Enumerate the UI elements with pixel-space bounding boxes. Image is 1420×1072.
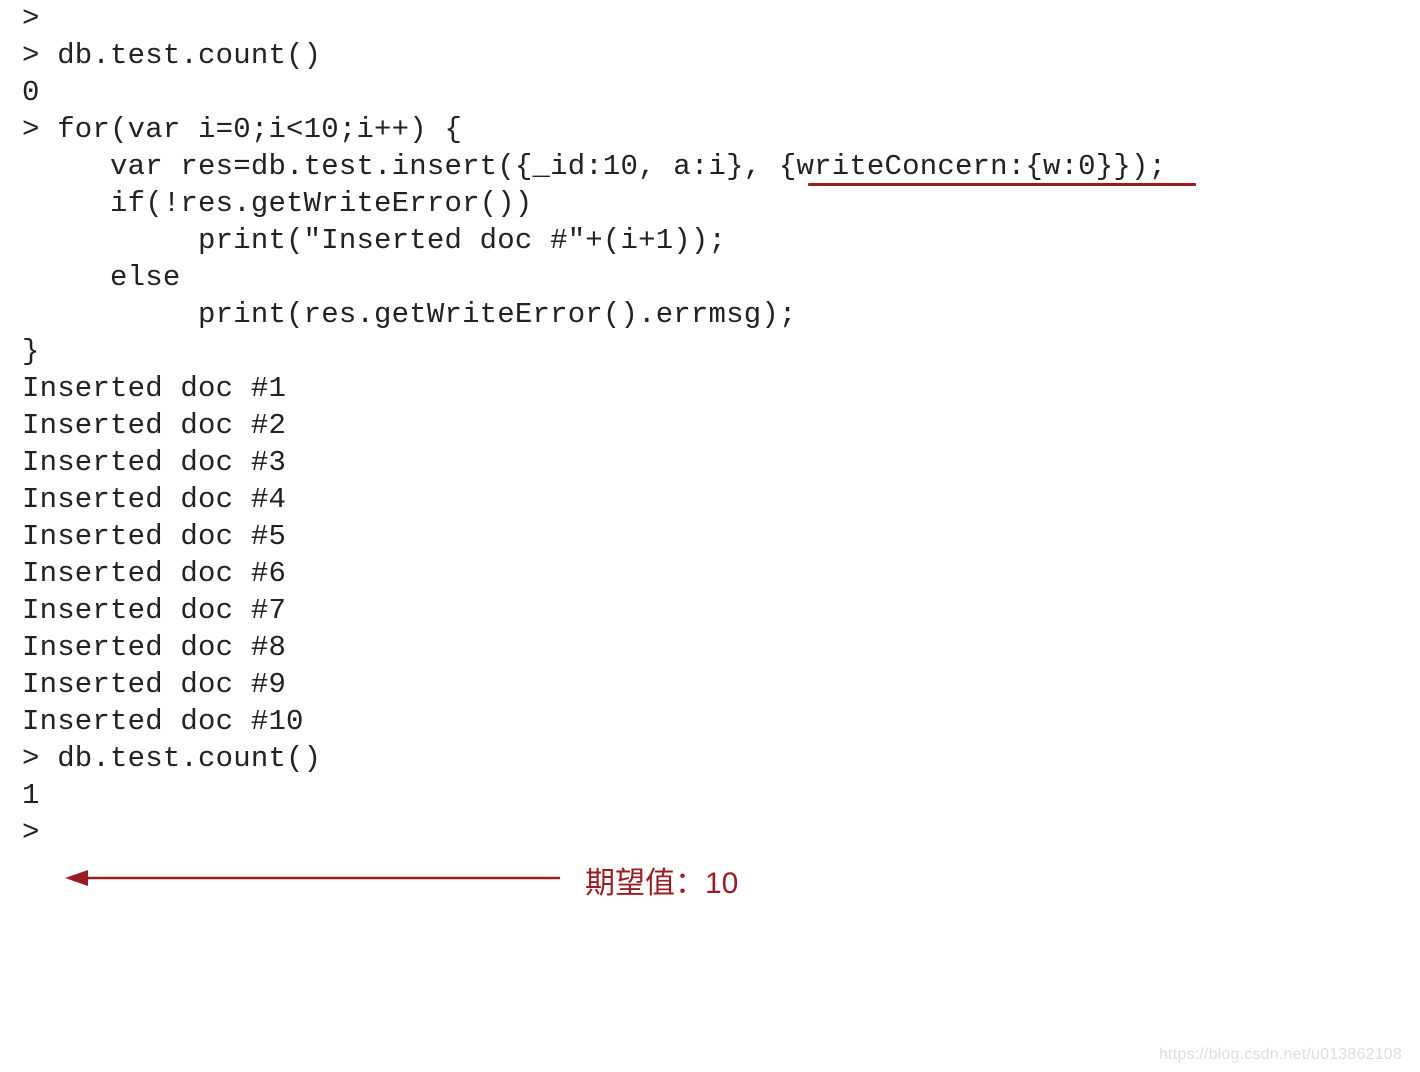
result-count-2: 1 xyxy=(22,777,1398,814)
code-close-brace: } xyxy=(22,333,1398,370)
output-line: Inserted doc #4 xyxy=(22,481,1398,518)
expected-value-annotation: 期望值：10 xyxy=(585,858,738,902)
code-print-inserted: print("Inserted doc #"+(i+1)); xyxy=(22,222,1398,259)
command-for-loop: > for(var i=0;i<10;i++) { xyxy=(22,111,1398,148)
command-count-2: > db.test.count() xyxy=(22,740,1398,777)
prompt-line: > xyxy=(22,0,1398,37)
output-line: Inserted doc #5 xyxy=(22,518,1398,555)
result-count-1: 0 xyxy=(22,74,1398,111)
prompt-line: > xyxy=(22,814,1398,851)
output-line: Inserted doc #3 xyxy=(22,444,1398,481)
arrow-icon xyxy=(60,858,570,898)
output-line: Inserted doc #10 xyxy=(22,703,1398,740)
output-line: Inserted doc #6 xyxy=(22,555,1398,592)
code-if: if(!res.getWriteError()) xyxy=(22,185,1398,222)
command-count-1: > db.test.count() xyxy=(22,37,1398,74)
output-line: Inserted doc #7 xyxy=(22,592,1398,629)
watermark-text: https://blog.csdn.net/u013862108 xyxy=(1159,1046,1402,1064)
terminal-output: > > db.test.count() 0 > for(var i=0;i<10… xyxy=(0,0,1420,851)
output-line: Inserted doc #8 xyxy=(22,629,1398,666)
output-line: Inserted doc #1 xyxy=(22,370,1398,407)
code-insert: var res=db.test.insert({_id:10, a:i}, {w… xyxy=(22,148,1398,185)
underline-annotation xyxy=(808,183,1196,186)
code-else: else xyxy=(22,259,1398,296)
output-line: Inserted doc #9 xyxy=(22,666,1398,703)
output-line: Inserted doc #2 xyxy=(22,407,1398,444)
code-print-err: print(res.getWriteError().errmsg); xyxy=(22,296,1398,333)
